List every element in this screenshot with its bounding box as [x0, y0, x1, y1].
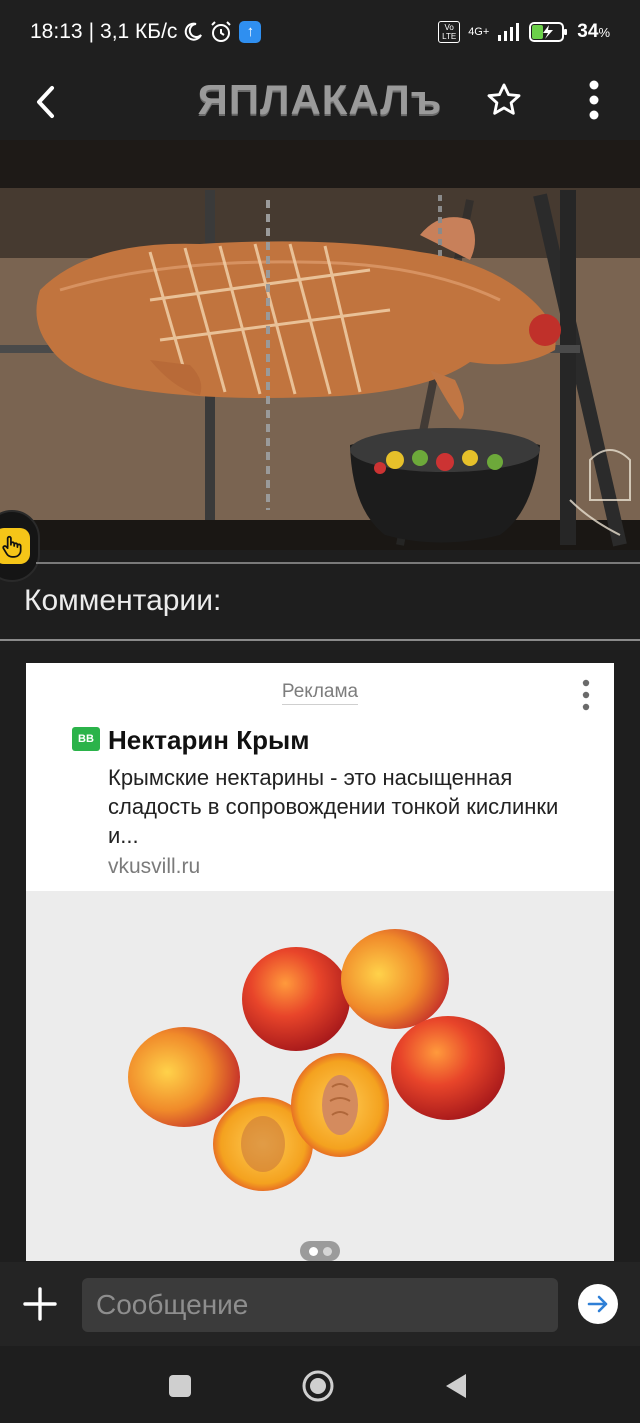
battery-charging-icon [529, 21, 569, 43]
comments-heading: Комментарии: [24, 584, 222, 617]
status-bar: 18:13 | 3,1 КБ/с ↑ Vo LTE 4G+ 34% [0, 0, 640, 64]
arrow-right-icon [587, 1295, 608, 1313]
ad-title[interactable]: Нектарин Крым [108, 725, 309, 756]
hand-icon [0, 528, 30, 564]
ad-label: Реклама [26, 681, 614, 705]
pager-dot-active [308, 1246, 318, 1256]
circle-icon [302, 1370, 334, 1402]
ad-menu-button[interactable] [572, 677, 600, 713]
post-image[interactable] [0, 140, 640, 550]
volte-icon: Vo LTE [438, 21, 461, 43]
triangle-back-icon [446, 1374, 466, 1398]
ad-image[interactable] [26, 891, 614, 1261]
divider [0, 639, 640, 641]
more-options-button[interactable] [574, 76, 614, 124]
attach-button[interactable] [20, 1284, 60, 1324]
message-composer [0, 1262, 640, 1346]
signal-icon [497, 22, 521, 42]
alarm-icon [209, 20, 233, 44]
message-input[interactable] [82, 1278, 558, 1332]
recent-apps-button[interactable] [160, 1366, 200, 1406]
ad-description: Крымские нектарины - это насыщенная слад… [108, 765, 559, 848]
nectarines-illustration [128, 929, 505, 1191]
status-time: 18:13 [30, 20, 83, 43]
battery-level: 34% [577, 21, 610, 42]
back-nav-button[interactable] [436, 1366, 476, 1406]
status-right: Vo LTE 4G+ 34% [438, 21, 610, 43]
site-logo[interactable]: ЯПЛАКАЛъ [180, 70, 460, 130]
logo-text: ЯПЛАКАЛъ [197, 76, 443, 123]
network-type: 4G+ [468, 25, 490, 38]
carousel-pager [300, 1241, 340, 1261]
favorite-button[interactable] [482, 78, 526, 122]
roast-pig-illustration [0, 140, 640, 550]
divider [36, 562, 640, 564]
star-icon [487, 83, 521, 115]
system-navigation-bar [0, 1346, 640, 1423]
send-button[interactable] [578, 1284, 618, 1324]
square-icon [169, 1375, 191, 1397]
back-arrow-icon [37, 86, 54, 118]
status-left: 18:13 | 3,1 КБ/с ↑ [30, 20, 262, 44]
home-button[interactable] [298, 1366, 338, 1406]
back-button[interactable] [26, 76, 66, 128]
pager-dot[interactable] [322, 1246, 332, 1256]
plus-icon [23, 1287, 57, 1321]
more-vertical-icon [589, 80, 599, 120]
status-speed: 3,1 КБ/с [100, 20, 178, 43]
app-bar: ЯПЛАКАЛъ [0, 64, 640, 140]
moon-icon [183, 22, 203, 42]
ad-domain[interactable]: vkusvill.ru [108, 855, 200, 879]
advertiser-logo: BB [72, 727, 100, 751]
more-vertical-icon [582, 679, 590, 711]
upload-icon: ↑ [239, 21, 262, 43]
status-separator: | [88, 20, 95, 43]
floating-action-button[interactable] [0, 510, 40, 582]
ad-card[interactable]: Реклама BB Нектарин Крым Крымские нектар… [26, 663, 614, 1261]
